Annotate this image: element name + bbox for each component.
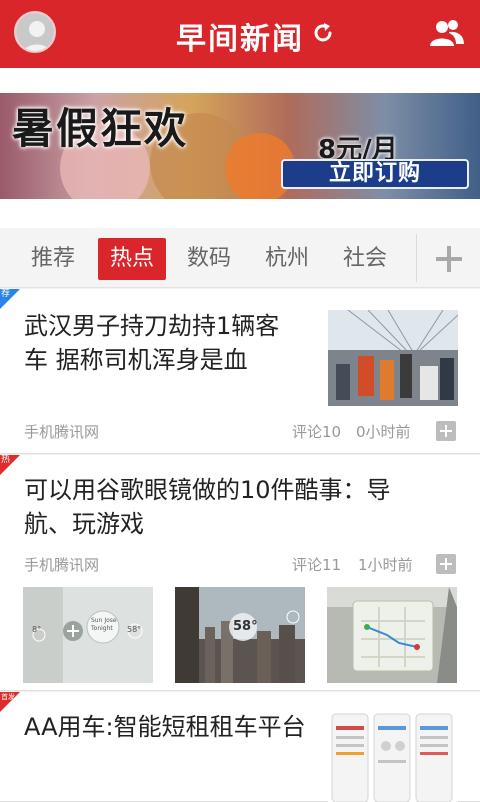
news-title[interactable]: 武汉男子持刀劫持1辆客 车 据称司机浑身是血 (24, 309, 279, 377)
category-tabs: 推荐 热点 数码 杭州 社会 (0, 228, 480, 288)
city-window-photo (175, 587, 305, 683)
more-options-icon[interactable] (436, 421, 456, 441)
app-title: 早间新闻 (176, 22, 304, 57)
news-thumbnail[interactable] (328, 310, 458, 406)
tab-hot[interactable]: 热点 (98, 238, 166, 280)
news-title-line: 可以用谷歌眼镜做的10件酷事：导 (24, 476, 391, 504)
news-source: 手机腾讯网 (24, 556, 100, 574)
news-title-line: 航、玩游戏 (24, 510, 144, 538)
news-title-line: AA用车:智能短租租车平台 (24, 713, 306, 741)
news-image[interactable]: 8° Sun Jose Tonight 58° (23, 587, 153, 683)
refresh-icon[interactable] (312, 22, 334, 44)
news-time: 1小时前 (358, 556, 413, 574)
street-map-photo (327, 587, 457, 683)
tab-recommend[interactable]: 推荐 (22, 238, 84, 280)
news-title-line: 武汉男子持刀劫持1辆客 (24, 312, 280, 340)
weather-readout: 58° (233, 619, 258, 634)
glass-weather-photo (23, 587, 153, 683)
news-comment-count: 评论10 (292, 423, 342, 441)
news-source: 手机腾讯网 (24, 423, 100, 441)
tab-society[interactable]: 社会 (334, 238, 396, 280)
news-item[interactable]: 荐 武汉男子持刀劫持1辆客 车 据称司机浑身是血 手机腾讯网 评论10 0小时前 (0, 289, 480, 454)
weather-readout: Tonight (91, 625, 113, 632)
friends-icon[interactable] (427, 18, 467, 48)
news-title[interactable]: 可以用谷歌眼镜做的10件酷事：导 航、玩游戏 (24, 473, 391, 541)
subscribe-button[interactable]: 立即订购 (281, 159, 469, 189)
app-screenshots-photo (328, 712, 458, 802)
news-image[interactable] (327, 587, 457, 683)
news-thumbnail[interactable] (328, 712, 458, 802)
hot-badge-label: 热 (1, 455, 11, 465)
news-title-line: 车 据称司机浑身是血 (24, 346, 248, 374)
weather-readout: Sun Jose (91, 617, 117, 624)
recommend-badge-label: 荐 (1, 289, 11, 299)
news-item[interactable]: 首发 AA用车:智能短租租车平台 (0, 692, 480, 802)
news-title[interactable]: AA用车:智能短租租车平台 (24, 710, 306, 744)
weather-readout: 8° (32, 625, 42, 634)
more-options-icon[interactable] (436, 554, 456, 574)
banner-title: 暑假狂欢 (12, 104, 189, 153)
debut-badge-label: 首发 (1, 693, 15, 701)
plus-icon[interactable] (434, 244, 464, 274)
news-image[interactable]: 58° (175, 587, 305, 683)
weather-readout: 58° (127, 625, 142, 634)
app-header: 早间新闻 (0, 0, 480, 68)
news-comment-count: 评论11 (292, 556, 342, 574)
bridge-photo (328, 310, 458, 406)
promo-banner[interactable]: 暑假狂欢 8元/月 立即订购 (0, 93, 480, 199)
tab-digital[interactable]: 数码 (178, 238, 240, 280)
tab-hangzhou[interactable]: 杭州 (256, 238, 318, 280)
news-time: 0小时前 (356, 423, 411, 441)
news-item[interactable]: 热 可以用谷歌眼镜做的10件酷事：导 航、玩游戏 手机腾讯网 评论11 1小时前… (0, 455, 480, 691)
tab-divider (416, 234, 417, 282)
